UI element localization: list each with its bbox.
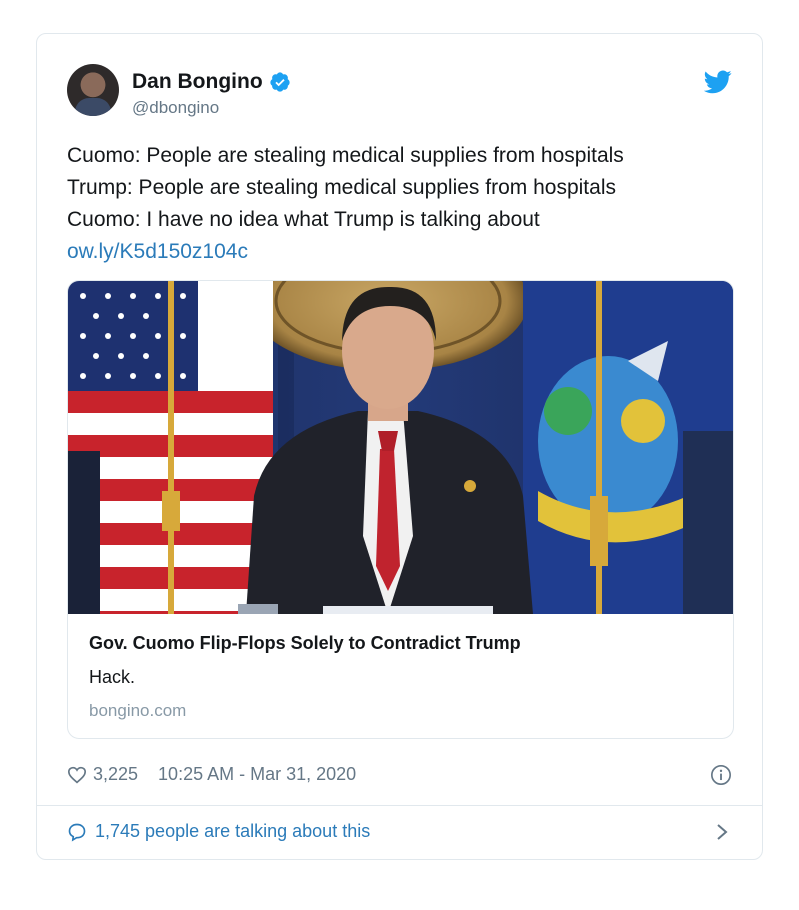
conversation-link[interactable]: 1,745 people are talking about this bbox=[67, 821, 370, 842]
tweet-text: Cuomo: People are stealing medical suppl… bbox=[67, 140, 737, 268]
conversation-count-text[interactable]: 1,745 people are talking about this bbox=[95, 821, 370, 842]
link-preview-description: Hack. bbox=[89, 667, 136, 687]
heart-icon[interactable] bbox=[67, 766, 87, 784]
footer-divider bbox=[37, 805, 762, 806]
speech-bubble-icon bbox=[68, 823, 86, 842]
article-photo bbox=[68, 281, 733, 614]
link-preview-card[interactable]: Gov. Cuomo Flip-Flops Solely to Contradi… bbox=[67, 280, 734, 739]
author-avatar[interactable] bbox=[67, 64, 119, 116]
chevron-right-icon[interactable] bbox=[716, 823, 728, 841]
verified-badge-icon bbox=[270, 72, 290, 92]
like-count[interactable]: 3,225 bbox=[93, 764, 138, 785]
twitter-bird-icon[interactable] bbox=[704, 70, 732, 94]
info-icon[interactable] bbox=[710, 764, 732, 786]
author-name[interactable]: Dan Bongino bbox=[132, 70, 263, 94]
link-preview-domain: bongino.com bbox=[89, 701, 187, 720]
tweet-line: Cuomo: I have no idea what Trump is talk… bbox=[67, 208, 540, 231]
tweet-embed-card: Dan Bongino @dbongino Cuomo: People are … bbox=[36, 33, 763, 860]
tweet-line: Trump: People are stealing medical suppl… bbox=[67, 176, 616, 199]
author-handle[interactable]: @dbongino bbox=[132, 98, 219, 118]
tweet-line: Cuomo: People are stealing medical suppl… bbox=[67, 144, 624, 167]
link-preview-title[interactable]: Gov. Cuomo Flip-Flops Solely to Contradi… bbox=[89, 633, 521, 654]
tweet-meta: 3,225 10:25 AM - Mar 31, 2020 bbox=[67, 764, 356, 785]
tweet-link[interactable]: ow.ly/K5d150z104c bbox=[67, 236, 737, 268]
author-name-row[interactable]: Dan Bongino bbox=[132, 70, 291, 94]
tweet-timestamp[interactable]: 10:25 AM - Mar 31, 2020 bbox=[158, 764, 356, 785]
